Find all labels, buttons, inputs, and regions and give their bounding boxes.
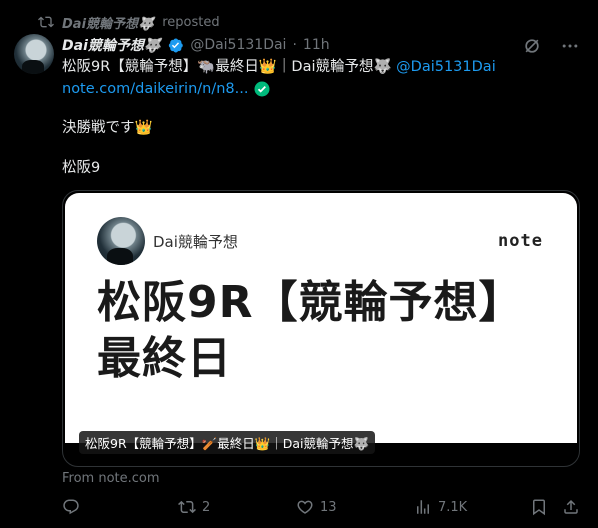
card-author-name: Dai競輪予想 [153, 233, 238, 251]
card-headline: 松阪9R【競輪予想】最終日 [97, 277, 524, 384]
post-header: Dai競輪予想🐺 @Dai5131Dai · 11h [62, 34, 330, 56]
verified-badge-icon [169, 38, 184, 52]
repost-indicator: Dai競輪予想🐺 reposted [38, 12, 220, 32]
card-author-avatar [97, 217, 145, 265]
repost-icon [38, 16, 54, 28]
display-name[interactable]: Dai競輪予想🐺 [62, 35, 161, 55]
repost-count: 2 [202, 499, 211, 515]
post-time[interactable]: 11h [303, 37, 330, 53]
mention-link[interactable]: @Dai5131Dai [396, 59, 496, 75]
separator-dot: · [292, 37, 297, 53]
like-button[interactable]: 13 [296, 498, 337, 516]
engagement-bar: 2 13 7.1K [62, 498, 582, 522]
post-link-line: note.com/daikeirin/n/n8... [62, 79, 270, 99]
share-icon [564, 499, 578, 514]
post-body-line1: 決勝戦です👑 [62, 120, 153, 136]
views-count: 7.1K [438, 499, 468, 515]
link-preview-card[interactable]: Dai競輪予想 note 松阪9R【競輪予想】最終日 松阪9R【競輪予想】🏏最終… [62, 190, 580, 467]
repost-user-name[interactable]: Dai競輪予想🐺 [62, 13, 154, 32]
post-title-text: 松阪9R【競輪予想】🐃最終日👑｜Dai競輪予想🐺 [62, 59, 392, 75]
check-circle-icon [254, 81, 270, 97]
retweet-icon [178, 500, 196, 514]
card-source[interactable]: From note.com [62, 471, 160, 486]
note-url-link[interactable]: note.com/daikeirin/n/n8... [62, 79, 248, 99]
card-image: Dai競輪予想 note 松阪9R【競輪予想】最終日 松阪9R【競輪予想】🏏最終… [65, 193, 577, 454]
user-handle[interactable]: @Dai5131Dai [190, 37, 286, 53]
top-actions [522, 36, 580, 56]
bookmark-button[interactable] [530, 498, 548, 516]
post-body-line2: 松阪9 [62, 160, 101, 176]
views-chart-icon [417, 500, 429, 514]
repost-button[interactable]: 2 [178, 498, 210, 516]
bookmark-icon [533, 499, 545, 516]
share-button[interactable] [562, 498, 580, 516]
reply-button[interactable] [62, 498, 86, 516]
like-count: 13 [320, 499, 337, 515]
post-text-line1: 松阪9R【競輪予想】🐃最終日👑｜Dai競輪予想🐺 @Dai5131Dai [62, 57, 496, 77]
avatar[interactable] [14, 34, 54, 74]
more-options-icon[interactable] [560, 36, 580, 56]
note-logo: note [498, 231, 543, 251]
repost-label: reposted [162, 14, 220, 30]
reply-icon [63, 499, 79, 515]
grok-icon[interactable] [522, 36, 542, 56]
heart-icon [297, 500, 313, 514]
views-button[interactable]: 7.1K [414, 498, 467, 516]
card-title-overlay: 松阪9R【競輪予想】🏏最終日👑｜Dai競輪予想🐺 [79, 431, 376, 454]
